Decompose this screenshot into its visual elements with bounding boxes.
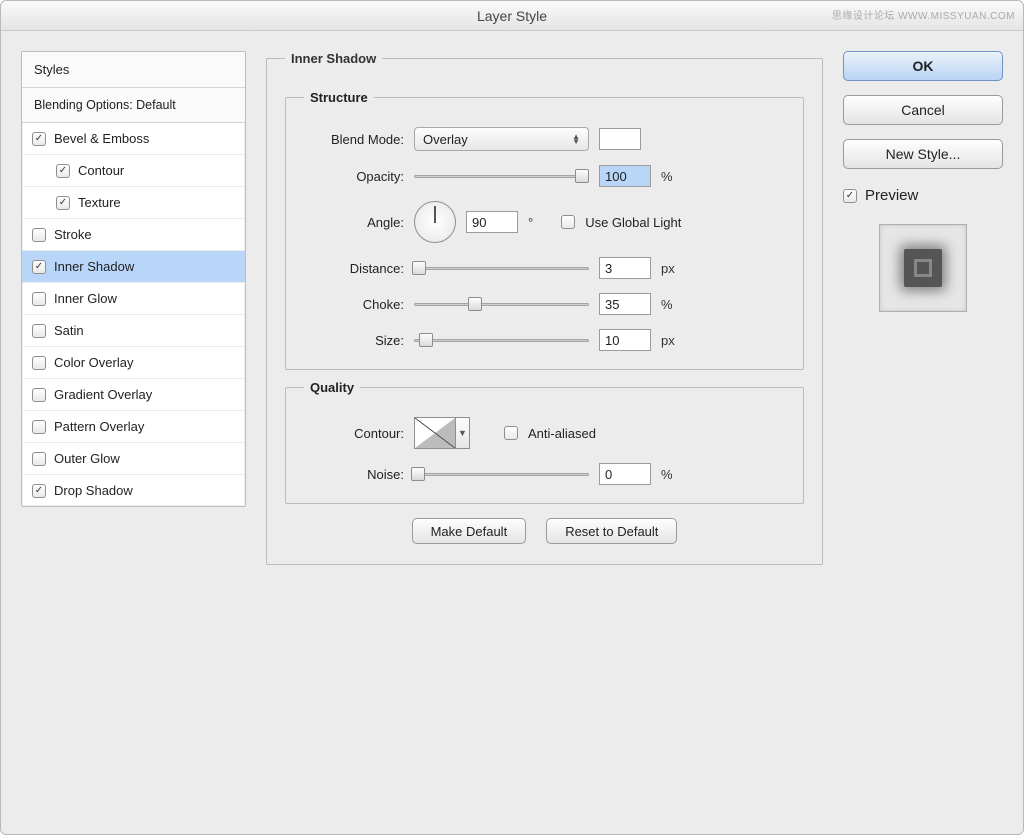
choke-label: Choke: xyxy=(304,297,404,312)
opacity-label: Opacity: xyxy=(304,169,404,184)
anti-aliased-label: Anti-aliased xyxy=(528,426,596,441)
use-global-light-label: Use Global Light xyxy=(585,215,681,230)
sidebar-item-checkbox[interactable] xyxy=(32,292,46,306)
angle-input[interactable]: 90 xyxy=(466,211,518,233)
choke-slider[interactable] xyxy=(414,297,589,311)
blend-mode-label: Blend Mode: xyxy=(304,132,404,147)
choke-unit: % xyxy=(661,297,673,312)
sidebar-item-color-overlay[interactable]: Color Overlay xyxy=(22,347,245,379)
sidebar-item-inner-shadow[interactable]: Inner Shadow xyxy=(22,251,245,283)
sidebar-item-checkbox[interactable] xyxy=(32,260,46,274)
sidebar-item-label: Color Overlay xyxy=(54,355,133,370)
quality-legend: Quality xyxy=(304,380,360,395)
inner-shadow-panel: Inner Shadow Structure Blend Mode: Overl… xyxy=(266,51,823,565)
opacity-unit: % xyxy=(661,169,673,184)
opacity-input[interactable]: 100 xyxy=(599,165,651,187)
sidebar-item-contour[interactable]: Contour xyxy=(22,155,245,187)
structure-group: Structure Blend Mode: Overlay ▲▼ Opacity… xyxy=(285,90,804,370)
sidebar-item-checkbox[interactable] xyxy=(56,164,70,178)
noise-input[interactable]: 0 xyxy=(599,463,651,485)
sidebar-item-pattern-overlay[interactable]: Pattern Overlay xyxy=(22,411,245,443)
sidebar-item-label: Inner Shadow xyxy=(54,259,134,274)
sidebar-item-checkbox[interactable] xyxy=(32,484,46,498)
sidebar-item-label: Outer Glow xyxy=(54,451,120,466)
watermark-text: 思缘设计论坛 WWW.MISSYUAN.COM xyxy=(832,7,1015,22)
dropdown-arrows-icon: ▲▼ xyxy=(572,134,580,144)
quality-group: Quality Contour: ▼ Anti-aliased Noise: xyxy=(285,380,804,504)
preview-thumbnail xyxy=(879,224,967,312)
distance-label: Distance: xyxy=(304,261,404,276)
sidebar-header[interactable]: Styles xyxy=(22,52,245,88)
contour-dropdown-icon[interactable]: ▼ xyxy=(456,417,470,449)
use-global-light-checkbox[interactable] xyxy=(561,215,575,229)
sidebar-item-label: Stroke xyxy=(54,227,92,242)
dialog-buttons: OK Cancel New Style... Preview xyxy=(843,51,1003,814)
size-input[interactable]: 10 xyxy=(599,329,651,351)
panel-title: Inner Shadow xyxy=(285,51,382,66)
angle-dial[interactable] xyxy=(414,201,456,243)
sidebar-item-drop-shadow[interactable]: Drop Shadow xyxy=(22,475,245,506)
size-slider[interactable] xyxy=(414,333,589,347)
anti-aliased-checkbox[interactable] xyxy=(504,426,518,440)
sidebar-item-label: Inner Glow xyxy=(54,291,117,306)
sidebar-item-checkbox[interactable] xyxy=(56,196,70,210)
sidebar-item-label: Satin xyxy=(54,323,84,338)
sidebar-item-checkbox[interactable] xyxy=(32,324,46,338)
sidebar-item-gradient-overlay[interactable]: Gradient Overlay xyxy=(22,379,245,411)
layer-style-dialog: Layer Style 思缘设计论坛 WWW.MISSYUAN.COM Styl… xyxy=(0,0,1024,835)
distance-input[interactable]: 3 xyxy=(599,257,651,279)
sidebar-item-texture[interactable]: Texture xyxy=(22,187,245,219)
noise-slider[interactable] xyxy=(414,467,589,481)
noise-unit: % xyxy=(661,467,673,482)
sidebar-item-label: Texture xyxy=(78,195,121,210)
sidebar-item-outer-glow[interactable]: Outer Glow xyxy=(22,443,245,475)
preview-label: Preview xyxy=(865,187,918,204)
reset-default-button[interactable]: Reset to Default xyxy=(546,518,677,544)
sidebar-item-checkbox[interactable] xyxy=(32,388,46,402)
distance-slider[interactable] xyxy=(414,261,589,275)
preview-checkbox[interactable] xyxy=(843,189,857,203)
sidebar-blending-options[interactable]: Blending Options: Default xyxy=(22,88,245,123)
angle-label: Angle: xyxy=(304,215,404,230)
blend-mode-value: Overlay xyxy=(423,132,468,147)
sidebar-item-label: Gradient Overlay xyxy=(54,387,152,402)
blend-mode-dropdown[interactable]: Overlay ▲▼ xyxy=(414,127,589,151)
contour-label: Contour: xyxy=(304,426,404,441)
styles-sidebar: Styles Blending Options: Default Bevel &… xyxy=(21,51,246,507)
sidebar-item-satin[interactable]: Satin xyxy=(22,315,245,347)
cancel-button[interactable]: Cancel xyxy=(843,95,1003,125)
choke-input[interactable]: 35 xyxy=(599,293,651,315)
sidebar-item-label: Drop Shadow xyxy=(54,483,133,498)
sidebar-item-label: Bevel & Emboss xyxy=(54,131,149,146)
sidebar-item-bevel-emboss[interactable]: Bevel & Emboss xyxy=(22,123,245,155)
contour-picker[interactable] xyxy=(414,417,456,449)
structure-legend: Structure xyxy=(304,90,374,105)
size-label: Size: xyxy=(304,333,404,348)
distance-unit: px xyxy=(661,261,675,276)
sidebar-item-label: Contour xyxy=(78,163,124,178)
ok-button[interactable]: OK xyxy=(843,51,1003,81)
opacity-slider[interactable] xyxy=(414,169,589,183)
shadow-color-swatch[interactable] xyxy=(599,128,641,150)
new-style-button[interactable]: New Style... xyxy=(843,139,1003,169)
sidebar-item-checkbox[interactable] xyxy=(32,132,46,146)
size-unit: px xyxy=(661,333,675,348)
sidebar-item-inner-glow[interactable]: Inner Glow xyxy=(22,283,245,315)
main-panel: Inner Shadow Structure Blend Mode: Overl… xyxy=(266,51,823,814)
sidebar-item-checkbox[interactable] xyxy=(32,228,46,242)
sidebar-item-checkbox[interactable] xyxy=(32,452,46,466)
sidebar-item-stroke[interactable]: Stroke xyxy=(22,219,245,251)
noise-label: Noise: xyxy=(304,467,404,482)
make-default-button[interactable]: Make Default xyxy=(412,518,527,544)
sidebar-item-checkbox[interactable] xyxy=(32,420,46,434)
sidebar-item-label: Pattern Overlay xyxy=(54,419,144,434)
angle-unit: ° xyxy=(528,215,533,230)
sidebar-item-checkbox[interactable] xyxy=(32,356,46,370)
